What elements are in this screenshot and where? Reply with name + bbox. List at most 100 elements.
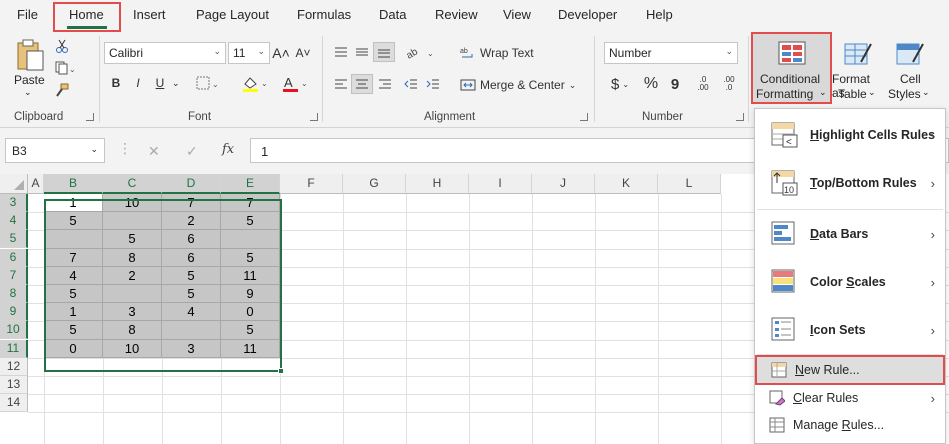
cell[interactable]: 1 — [44, 303, 103, 322]
tab-page-layout[interactable]: Page Layout — [196, 7, 269, 22]
cell[interactable]: 5 — [103, 230, 162, 249]
cell[interactable]: 10 — [103, 194, 162, 213]
copy-button[interactable]: ⌄ — [54, 60, 76, 76]
cell[interactable]: 2 — [103, 266, 162, 285]
percent-button[interactable]: % — [642, 74, 660, 94]
enter-icon[interactable]: ✓ — [186, 143, 198, 160]
cell[interactable]: 7 — [44, 248, 103, 267]
cell[interactable]: 2 — [162, 212, 221, 231]
menu-item-new-rule[interactable]: New Rule... — [755, 355, 945, 385]
cell[interactable]: 11 — [221, 339, 280, 358]
align-left-button[interactable] — [332, 76, 350, 92]
menu-item-color-scales[interactable]: Color Scales › — [755, 258, 945, 306]
insert-function-icon[interactable]: fx — [222, 142, 234, 157]
cell[interactable]: 0 — [221, 303, 280, 322]
cell[interactable]: 8 — [103, 321, 162, 340]
menu-item-icon-sets[interactable]: Icon Sets › — [755, 306, 945, 354]
cell[interactable]: 1 — [44, 194, 103, 213]
row-header[interactable]: 12 — [0, 357, 28, 376]
row-header[interactable]: 5 — [0, 230, 28, 249]
column-header[interactable]: H — [406, 174, 469, 194]
cell-styles-button[interactable]: Cell Styles ⌄ — [886, 34, 934, 104]
column-header[interactable]: F — [280, 174, 343, 194]
select-all-corner[interactable] — [0, 174, 28, 194]
borders-button[interactable]: ⌄ — [194, 74, 222, 92]
underline-caret-icon[interactable]: ⌄ — [172, 78, 180, 89]
cell[interactable]: 7 — [221, 194, 280, 213]
font-name-select[interactable]: Calibri ⌄ — [104, 42, 226, 64]
decrease-indent-button[interactable] — [402, 76, 420, 92]
menu-item-highlight-cells-rules[interactable]: < Highlight Cells Rules › — [755, 111, 945, 159]
cell[interactable]: 11 — [221, 266, 280, 285]
cell[interactable]: 3 — [103, 303, 162, 322]
alignment-launcher-icon[interactable] — [580, 113, 588, 121]
cell[interactable]: 5 — [162, 285, 221, 304]
bold-button[interactable]: B — [108, 74, 124, 92]
cell[interactable] — [44, 230, 103, 249]
bottom-align-button[interactable] — [373, 42, 395, 62]
cell[interactable]: 5 — [221, 321, 280, 340]
decrease-decimal-button[interactable]: .00.0 — [718, 74, 740, 94]
increase-indent-button[interactable] — [424, 76, 442, 92]
row-header[interactable]: 10 — [0, 321, 28, 340]
format-as-table-button[interactable]: Format as Table ⌄ — [832, 34, 884, 104]
column-header[interactable]: D — [162, 174, 221, 194]
row-header[interactable]: 11 — [0, 339, 28, 358]
decrease-font-button[interactable]: A˅ — [294, 44, 312, 62]
number-launcher-icon[interactable] — [736, 113, 744, 121]
menu-item-top-bottom-rules[interactable]: 10 Top/Bottom Rules › — [755, 159, 945, 207]
format-painter-button[interactable] — [54, 82, 70, 98]
tab-help[interactable]: Help — [646, 7, 673, 22]
row-header[interactable]: 8 — [0, 285, 28, 303]
column-header[interactable]: L — [658, 174, 721, 194]
cell[interactable] — [103, 212, 162, 231]
cell[interactable]: 6 — [162, 230, 221, 249]
column-header[interactable]: G — [343, 174, 406, 194]
cell[interactable]: 5 — [44, 321, 103, 340]
row-header[interactable]: 3 — [0, 194, 28, 212]
number-format-select[interactable]: Number ⌄ — [604, 42, 738, 64]
row-header[interactable]: 7 — [0, 266, 28, 285]
row-header[interactable]: 13 — [0, 376, 28, 394]
cell[interactable]: 9 — [221, 285, 280, 304]
middle-align-button[interactable] — [353, 44, 371, 60]
align-center-button[interactable] — [351, 74, 373, 94]
paste-caret-icon[interactable]: ⌄ — [24, 87, 32, 98]
font-color-button[interactable]: A ⌄ — [280, 74, 310, 94]
cell[interactable] — [103, 285, 162, 304]
increase-font-button[interactable]: A˄ — [272, 44, 290, 62]
comma-style-button[interactable]: 9 — [666, 74, 684, 94]
tab-file[interactable]: File — [17, 7, 38, 22]
row-header[interactable]: 14 — [0, 394, 28, 413]
fill-color-button[interactable]: ⌄ — [240, 74, 270, 94]
cut-button[interactable] — [54, 38, 70, 54]
cell[interactable]: 7 — [162, 194, 221, 213]
wrap-text-button[interactable]: ab Wrap Text — [460, 44, 540, 62]
cell[interactable]: 4 — [44, 266, 103, 285]
align-right-button[interactable] — [376, 76, 394, 92]
name-box[interactable]: B3 ⌄ — [5, 138, 105, 163]
cancel-icon[interactable]: ✕ — [148, 143, 160, 160]
underline-button[interactable]: U — [152, 74, 168, 92]
column-header[interactable]: K — [595, 174, 658, 194]
column-header[interactable]: J — [532, 174, 595, 194]
cell[interactable]: 5 — [44, 212, 103, 231]
cell[interactable]: 5 — [44, 285, 103, 304]
menu-item-manage-rules[interactable]: Manage Rules... — [755, 412, 945, 438]
row-header[interactable]: 6 — [0, 248, 28, 267]
tab-formulas[interactable]: Formulas — [297, 7, 351, 22]
tab-developer[interactable]: Developer — [558, 7, 617, 22]
cell[interactable]: 0 — [44, 339, 103, 358]
cell[interactable] — [162, 321, 221, 340]
italic-button[interactable]: I — [130, 74, 146, 92]
cell[interactable]: 3 — [162, 339, 221, 358]
top-align-button[interactable] — [332, 44, 350, 60]
fill-handle[interactable] — [278, 368, 284, 374]
font-launcher-icon[interactable] — [310, 113, 318, 121]
font-size-select[interactable]: 11 ⌄ — [228, 42, 270, 64]
cell[interactable]: 8 — [103, 248, 162, 267]
column-header[interactable]: E — [221, 174, 280, 194]
cell[interactable]: 4 — [162, 303, 221, 322]
cell[interactable]: 6 — [162, 248, 221, 267]
menu-item-clear-rules[interactable]: Clear Rules › — [755, 385, 945, 411]
